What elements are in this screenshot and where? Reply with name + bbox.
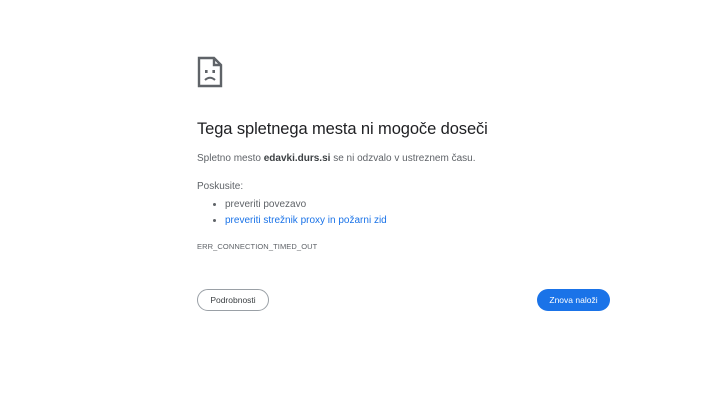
suggestions-heading: Poskusite: — [197, 181, 244, 192]
error-summary: Spletno mesto edavki.durs.si se ni odzva… — [197, 153, 476, 164]
error-content: Tega spletnega mesta ni mogoče doseči Sp… — [197, 56, 611, 251]
page-title: Tega spletnega mesta ni mogoče doseči — [197, 120, 488, 138]
error-page: Tega spletnega mesta ni mogoče doseči Sp… — [0, 0, 720, 405]
sad-document-icon — [197, 56, 223, 88]
reload-button[interactable]: Znova naloži — [537, 289, 610, 311]
suggestion-check-proxy-firewall-link[interactable]: preveriti strežnik proxy in požarni zid — [225, 215, 387, 226]
summary-suffix: se ni odzvalo v ustreznem času. — [330, 153, 476, 164]
summary-prefix: Spletno mesto — [197, 153, 264, 164]
suggestions-list: preveriti povezavo preveriti strežnik pr… — [197, 197, 387, 229]
suggestion-item: preveriti strežnik proxy in požarni zid — [225, 213, 387, 229]
host-name: edavki.durs.si — [263, 153, 331, 164]
error-code: ERR_CONNECTION_TIMED_OUT — [197, 242, 318, 251]
suggestion-item: preveriti povezavo — [225, 197, 387, 213]
suggestion-check-connection: preveriti povezavo — [225, 199, 307, 210]
details-button[interactable]: Podrobnosti — [197, 289, 269, 311]
